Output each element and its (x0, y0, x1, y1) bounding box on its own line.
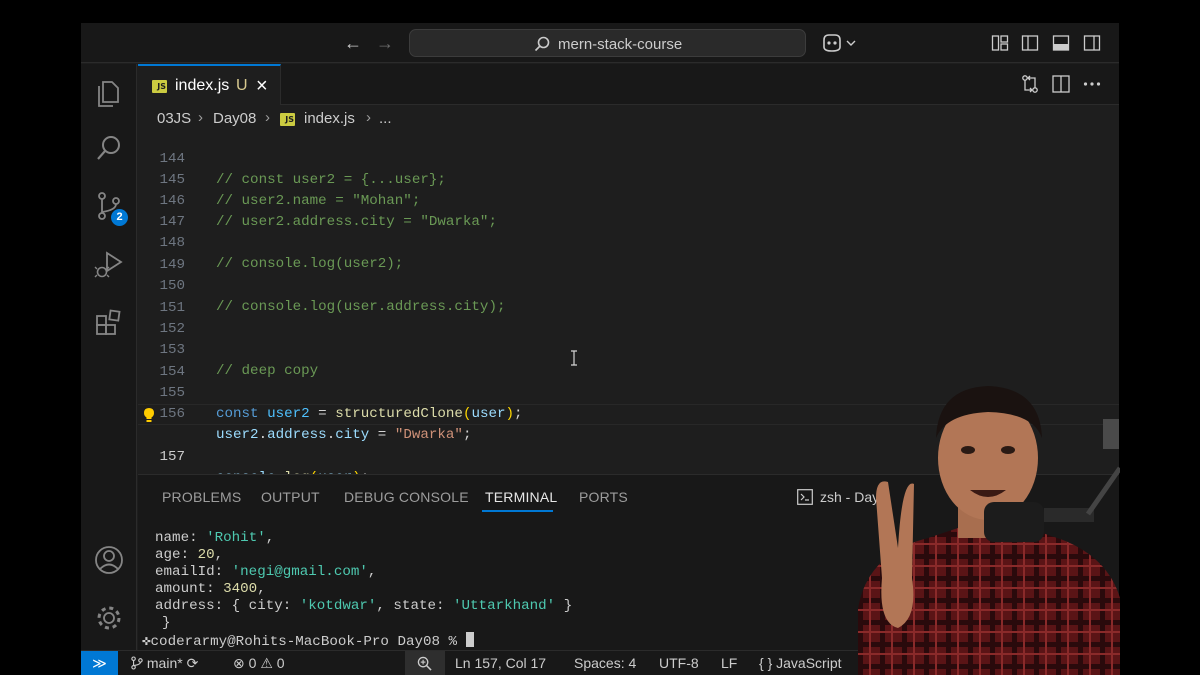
code-line: 149 (138, 234, 1119, 273)
copilot-icon[interactable] (821, 32, 859, 54)
zoom-icon (417, 656, 432, 671)
tab-problems[interactable]: PROBLEMS (162, 489, 241, 505)
editor-tab-bar: JS index.js U × (138, 64, 1119, 105)
untracked-indicator: U (236, 77, 248, 94)
zoom-status[interactable] (405, 651, 445, 675)
source-control-badge: 2 (111, 209, 128, 226)
presenter-webcam-overlay (858, 386, 1120, 675)
chevron-right-icon: › (198, 109, 203, 126)
extensions-icon[interactable] (93, 306, 125, 338)
code-line: 152 (138, 298, 1119, 337)
branch-status[interactable]: main* ⟳ (131, 655, 198, 672)
account-icon[interactable] (93, 544, 125, 576)
code-line: 147 (138, 191, 1119, 230)
terminal-line: name: 'Rohit', (138, 530, 275, 546)
encoding[interactable]: UTF-8 (659, 655, 699, 671)
indentation[interactable]: Spaces: 4 (574, 655, 636, 671)
breadcrumb-item[interactable]: index.js (304, 110, 355, 127)
code-text: user2.address.city = "Dwarka"; (216, 427, 472, 443)
terminal-line: address: { city: 'kotdwar', state: 'Utta… (138, 598, 573, 614)
breadcrumb: 03JS › Day08 › JS index.js › ... (138, 106, 1119, 132)
settings-gear-icon[interactable] (93, 602, 125, 634)
code-line: 151 (138, 277, 1119, 316)
code-line: 144 // const user2 = {...user}; (138, 132, 1119, 188)
customize-layout-icon[interactable] (991, 34, 1009, 52)
git-branch-icon (131, 656, 143, 670)
activity-bar: 2 (81, 64, 137, 650)
search-icon[interactable] (93, 132, 125, 164)
command-center-search[interactable]: mern-stack-course (409, 29, 806, 57)
language-mode[interactable]: { } JavaScript (759, 655, 842, 671)
breadcrumb-item[interactable]: 03JS (157, 110, 191, 127)
code-line: 148 // console.log(user2); (138, 212, 1119, 272)
line-number: 157 (159, 449, 185, 465)
chevron-right-icon: › (265, 109, 270, 126)
problems-status[interactable]: ⊗ 0 ⚠ 0 (233, 655, 285, 672)
code-line: 150 // console.log(user.address.city); (138, 255, 1119, 315)
error-icon: ⊗ (233, 655, 245, 671)
lightbulb-icon[interactable] (142, 407, 156, 423)
toggle-primary-sidebar-icon[interactable] (1021, 34, 1039, 52)
forward-arrow-icon[interactable]: → (373, 31, 397, 55)
title-bar: ← → mern-stack-course (81, 23, 1119, 63)
code-line: 146 // user2.address.city = "Dwarka"; (138, 170, 1119, 230)
code-line: 145 // user2.name = "Mohan"; (138, 149, 1119, 209)
terminal-line: amount: 3400, (138, 581, 266, 597)
tab-debug-console[interactable]: DEBUG CONSOLE (344, 489, 469, 505)
terminal-icon (797, 489, 813, 505)
tab-terminal[interactable]: TERMINAL (485, 489, 557, 505)
code-line: 153 // deep copy (138, 319, 1119, 379)
remote-indicator-icon[interactable]: ≫ (81, 651, 118, 675)
breadcrumb-item[interactable]: Day08 (213, 110, 256, 127)
terminal-line: age: 20, (138, 547, 224, 563)
run-debug-icon[interactable] (93, 248, 125, 280)
back-arrow-icon[interactable]: ← (341, 31, 365, 55)
tab-output[interactable]: OUTPUT (261, 489, 320, 505)
toggle-secondary-sidebar-icon[interactable] (1083, 34, 1101, 52)
mouse-ibeam-cursor-icon (571, 350, 577, 366)
sync-icon[interactable]: ⟳ (187, 655, 199, 671)
close-tab-icon[interactable]: × (256, 75, 268, 98)
tab-ports[interactable]: PORTS (579, 489, 628, 505)
tab-label: index.js (175, 77, 230, 94)
cursor-position[interactable]: Ln 157, Col 17 (455, 655, 546, 671)
split-editor-icon[interactable] (1051, 74, 1071, 94)
braces-icon: { } (759, 655, 773, 671)
explorer-icon[interactable] (93, 76, 125, 108)
breadcrumb-item[interactable]: ... (379, 110, 392, 127)
end-of-line[interactable]: LF (721, 655, 737, 671)
terminal-line: } (162, 615, 171, 631)
terminal-cursor (465, 632, 474, 647)
toggle-panel-icon[interactable] (1052, 34, 1070, 52)
terminal-line: emailId: 'negi@gmail.com', (138, 564, 377, 580)
open-changes-icon[interactable] (1020, 74, 1040, 94)
code-line: 154 (138, 341, 1119, 380)
tab-index-js[interactable]: JS index.js U × (138, 64, 281, 105)
terminal-prompt[interactable]: ✜coderarmy@Rohits-MacBook-Pro Day08 % (142, 632, 474, 650)
search-icon (534, 36, 550, 52)
chevron-right-icon: › (366, 109, 371, 126)
more-actions-icon[interactable] (1082, 74, 1102, 94)
javascript-file-icon: JS (280, 113, 295, 126)
workspace-name: mern-stack-course (558, 36, 683, 53)
active-tab-indicator (482, 510, 553, 512)
warning-icon: ⚠ (260, 655, 273, 671)
javascript-file-icon: JS (152, 80, 167, 93)
